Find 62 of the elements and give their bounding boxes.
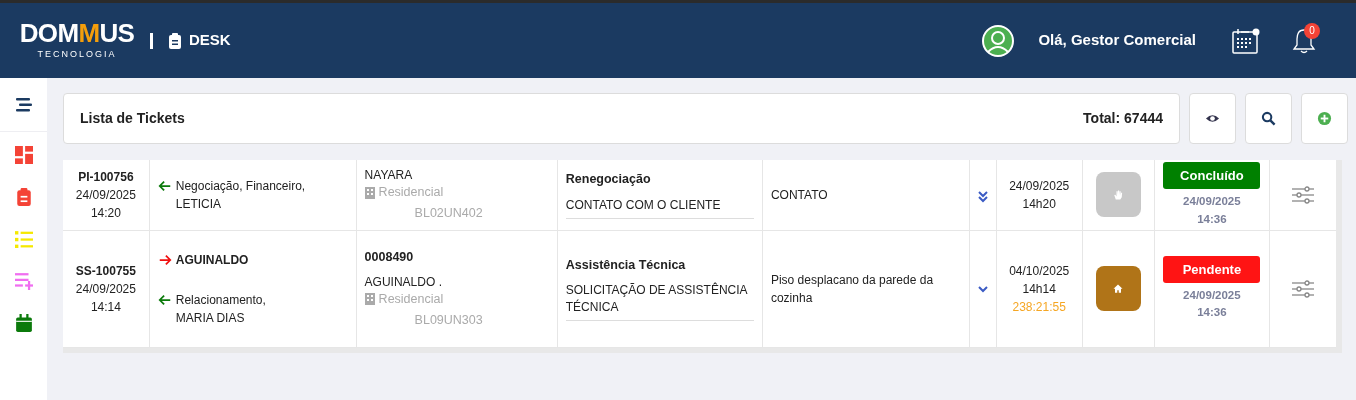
- search-button[interactable]: [1245, 93, 1292, 144]
- status-badge: Pendente: [1163, 255, 1261, 283]
- notification-badge: 0: [1304, 22, 1320, 39]
- ticket-id: SS-100755: [74, 262, 137, 280]
- property-type: Residencial: [378, 184, 444, 202]
- page-title: Lista de Tickets: [80, 109, 185, 128]
- notification-bell-icon[interactable]: [1292, 26, 1316, 55]
- settings-icon[interactable]: [1291, 279, 1314, 298]
- building-icon: [364, 186, 375, 199]
- department-name: Negociação, Financeiro,: [175, 177, 306, 195]
- client-code: 0008490: [364, 248, 415, 266]
- person-name: LETICIA: [175, 195, 223, 213]
- elapsed-time: 238:21:55: [1011, 298, 1067, 316]
- due-date: 04/10/2025: [1008, 262, 1071, 280]
- module-name: DESK: [189, 30, 231, 51]
- user-avatar-icon[interactable]: [982, 24, 1015, 57]
- property-type: Residencial: [378, 290, 444, 308]
- calendar-icon[interactable]: [1232, 27, 1260, 54]
- clipboard-icon: [169, 32, 181, 49]
- status-time: 14:36: [1196, 211, 1228, 227]
- status-date: 24/09/2025: [1182, 194, 1242, 210]
- search-icon: [1261, 111, 1276, 126]
- dashboard-icon[interactable]: [14, 146, 33, 164]
- ticket-subject: CONTATO COM O CLIENTE: [565, 197, 754, 220]
- house-button[interactable]: [1096, 266, 1141, 311]
- department-name: Relacionamento,: [175, 291, 266, 309]
- total-count: Total: 67444: [1083, 109, 1163, 128]
- ticket-time: 14:14: [89, 298, 122, 316]
- hand-icon: [1112, 188, 1125, 201]
- status-badge: Concluído: [1163, 161, 1261, 190]
- add-button[interactable]: [1301, 93, 1348, 144]
- ticket-id: PI-100756: [77, 168, 135, 186]
- ticket-date: 24/09/2025: [74, 280, 137, 298]
- client-name: AGUINALDO .: [364, 273, 443, 291]
- logo-tagline: TECNOLOGIA: [37, 47, 117, 61]
- due-time: 14h14: [1021, 280, 1057, 298]
- ticket-date: 24/09/2025: [74, 186, 137, 204]
- due-time: 14h20: [1021, 195, 1057, 213]
- ticket-description: CONTATO: [770, 186, 829, 204]
- clipboard-icon[interactable]: [14, 188, 33, 206]
- ticket-category: Renegociação: [565, 171, 652, 189]
- building-icon: [364, 293, 375, 305]
- status-date: 24/09/2025: [1182, 288, 1242, 303]
- status-time: 14:36: [1196, 305, 1228, 321]
- settings-icon[interactable]: [1291, 186, 1314, 205]
- menu-icon[interactable]: [15, 97, 32, 112]
- house-icon: [1112, 282, 1125, 295]
- ticket-subject: SOLICITAÇÃO DE ASSISTÊNCIA TÉCNICA: [565, 282, 754, 322]
- ticket-category: Assistência Técnica: [565, 256, 687, 274]
- unit-code: BL09UN303: [413, 311, 484, 329]
- person-name: MARIA DIAS: [175, 309, 246, 327]
- calendar-icon[interactable]: [14, 314, 33, 332]
- add-icon: [1317, 111, 1332, 126]
- ticket-time: 14:20: [89, 204, 122, 222]
- client-name: NAYARA: [364, 167, 414, 185]
- due-date: 24/09/2025: [1008, 177, 1071, 195]
- logo: DOMMUS: [19, 19, 135, 46]
- user-greeting: Olá, Gestor Comercial: [1038, 30, 1196, 51]
- ticket-description: Piso desplacano da parede da cozinha: [770, 271, 935, 307]
- list-add-icon[interactable]: [14, 272, 33, 290]
- person-name: AGUINALDO: [175, 251, 249, 269]
- unit-code: BL02UN402: [413, 205, 484, 223]
